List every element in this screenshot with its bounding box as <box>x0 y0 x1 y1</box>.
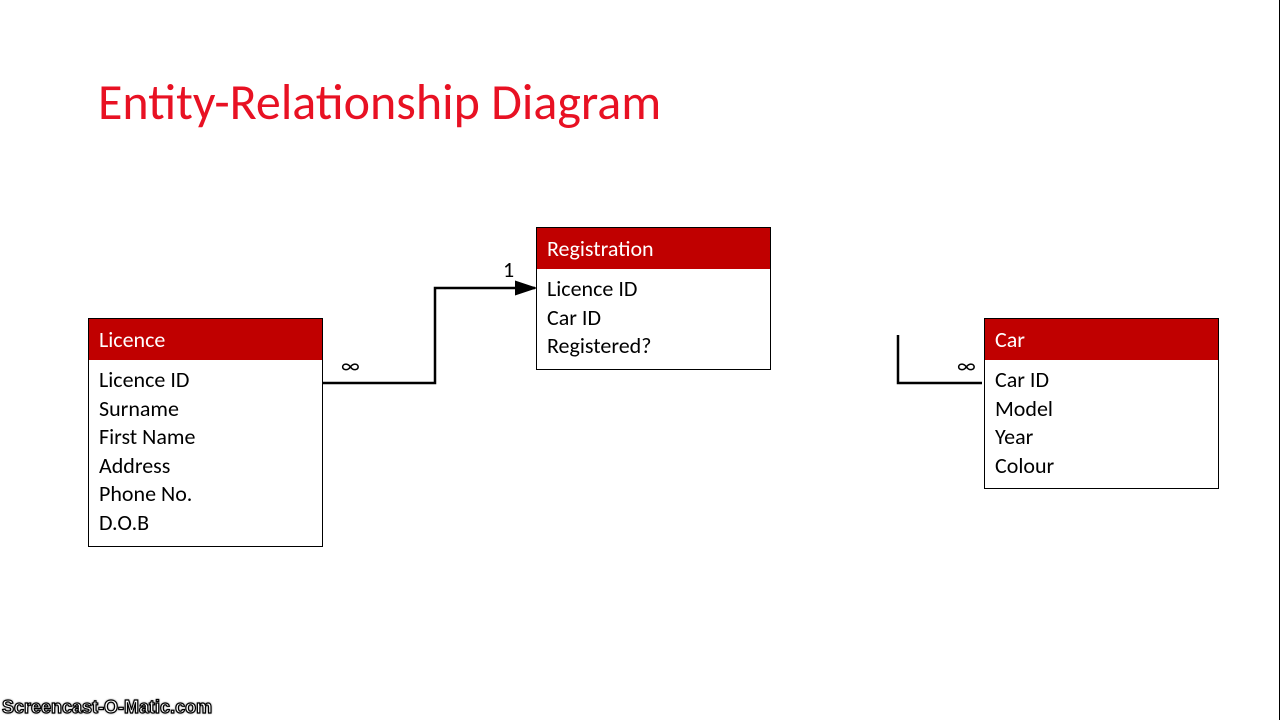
entity-car: Car Car ID Model Year Colour <box>984 318 1219 489</box>
entity-attr: Year <box>995 423 1208 452</box>
watermark: Screencast-O-Matic.com <box>2 697 212 718</box>
entity-car-header: Car <box>985 319 1218 360</box>
entity-attr: Licence ID <box>99 366 312 395</box>
entity-attr: Colour <box>995 452 1208 481</box>
cardinality-car: ∞ <box>957 352 976 379</box>
entity-attr: Address <box>99 452 312 481</box>
entity-attr: D.O.B <box>99 509 312 538</box>
entity-licence-header: Licence <box>89 319 322 360</box>
entity-attr: Model <box>995 395 1208 424</box>
entity-registration: Registration Licence ID Car ID Registere… <box>536 227 771 370</box>
entity-attr: Phone No. <box>99 480 312 509</box>
entity-attr: Licence ID <box>547 275 760 304</box>
page-title: Entity-Relationship Diagram <box>98 72 661 133</box>
entity-attr: Surname <box>99 395 312 424</box>
entity-registration-header: Registration <box>537 228 770 269</box>
entity-attr: Registered? <box>547 332 760 361</box>
entity-licence-body: Licence ID Surname First Name Address Ph… <box>89 360 322 546</box>
entity-car-body: Car ID Model Year Colour <box>985 360 1218 488</box>
cardinality-licence: ∞ <box>341 352 360 379</box>
entity-attr: First Name <box>99 423 312 452</box>
entity-attr: Car ID <box>995 366 1208 395</box>
entity-licence: Licence Licence ID Surname First Name Ad… <box>88 318 323 547</box>
entity-registration-body: Licence ID Car ID Registered? <box>537 269 770 369</box>
cardinality-registration: 1 <box>503 256 514 283</box>
entity-attr: Car ID <box>547 304 760 333</box>
